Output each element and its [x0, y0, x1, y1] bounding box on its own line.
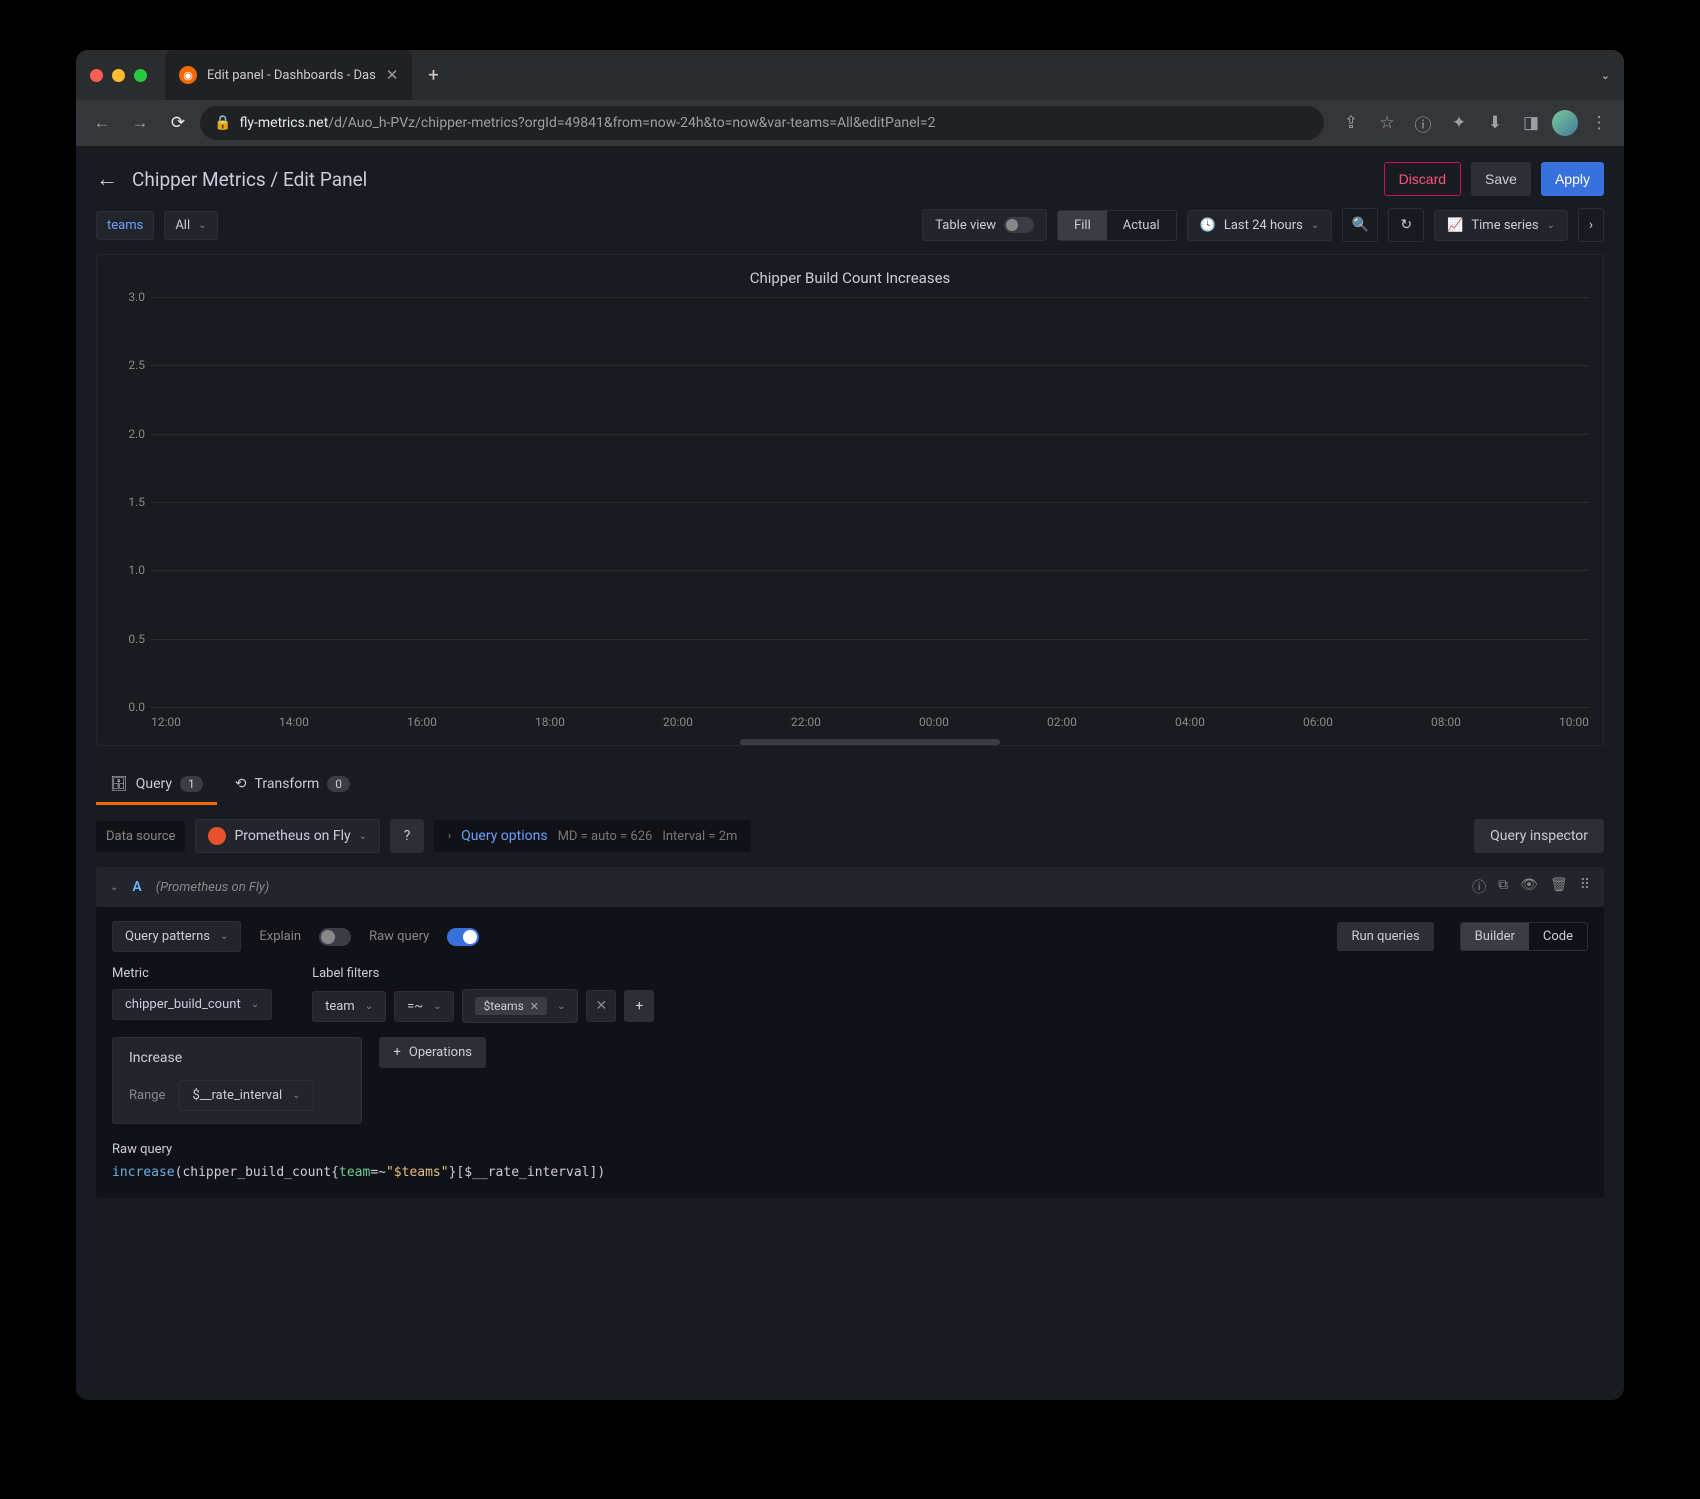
remove-chip-icon[interactable]: ✕ — [530, 1000, 539, 1013]
back-arrow-button[interactable]: ← — [96, 166, 118, 192]
filter-op-select[interactable]: =~⌄ — [394, 991, 454, 1022]
breadcrumb: Chipper Metrics / Edit Panel — [132, 168, 367, 191]
query-help-icon[interactable]: ⓘ — [1472, 877, 1486, 897]
range-select[interactable]: $__rate_interval⌄ — [179, 1080, 313, 1111]
label-filters-label: Label filters — [312, 966, 654, 981]
operation-name: Increase — [129, 1050, 345, 1066]
prometheus-icon — [208, 827, 226, 845]
share-icon[interactable]: ⇪ — [1336, 107, 1366, 139]
new-tab-button[interactable]: + — [428, 65, 438, 86]
query-ref-id: A — [132, 879, 141, 895]
datasource-picker[interactable]: Prometheus on Fly⌄ — [195, 819, 380, 853]
operation-increase[interactable]: Increase Range $__rate_interval⌄ — [112, 1037, 362, 1124]
time-range-picker[interactable]: 🕓Last 24 hours⌄ — [1187, 210, 1333, 241]
query-datasource-hint: (Prometheus on Fly) — [156, 880, 270, 895]
query-patterns-dropdown[interactable]: Query patterns⌄ — [112, 921, 241, 952]
tab-query[interactable]: 🗄 Query 1 — [96, 766, 217, 805]
var-teams-value[interactable]: All⌄ — [164, 211, 217, 240]
raw-query-code: increase(chipper_build_count{team=~"$tea… — [112, 1163, 1588, 1184]
clock-icon: 🕓 — [1200, 218, 1216, 233]
tab-title: Edit panel - Dashboards - Das — [207, 68, 376, 83]
filter-value-select[interactable]: $teams✕ ⌄ — [462, 989, 578, 1023]
info-icon[interactable]: ⓘ — [1408, 107, 1438, 139]
actual-option[interactable]: Actual — [1107, 211, 1176, 240]
menu-icon[interactable]: ⋮ — [1584, 107, 1614, 139]
zoom-out-button[interactable]: 🔍 — [1342, 208, 1378, 242]
downloads-icon[interactable]: ⬇ — [1480, 107, 1510, 139]
panel-icon[interactable]: ◨ — [1516, 107, 1546, 139]
database-icon: 🗄 — [110, 776, 128, 792]
range-label: Range — [129, 1088, 165, 1103]
rawquery-label: Raw query — [369, 929, 429, 944]
add-operation-button[interactable]: +Operations — [379, 1037, 485, 1068]
duplicate-query-icon[interactable]: ⧉ — [1498, 877, 1508, 897]
save-button[interactable]: Save — [1471, 162, 1531, 196]
rawquery-toggle[interactable] — [447, 928, 479, 946]
close-window-icon[interactable] — [90, 69, 103, 82]
maximize-window-icon[interactable] — [134, 69, 147, 82]
panel-title: Chipper Build Count Increases — [111, 269, 1589, 287]
delete-query-icon[interactable]: 🗑 — [1550, 877, 1568, 897]
metric-label: Metric — [112, 966, 272, 981]
query-md-info: MD = auto = 626 — [558, 829, 653, 844]
collapse-options-button[interactable]: › — [1578, 208, 1604, 242]
grafana-favicon-icon: ◉ — [179, 66, 197, 84]
datasource-help-button[interactable]: ? — [390, 819, 424, 853]
query-header[interactable]: ⌄ A (Prometheus on Fly) ⓘ ⧉ 👁 🗑 ⠿ — [96, 867, 1604, 907]
visualization-picker[interactable]: 📈Time series⌄ — [1434, 210, 1568, 241]
remove-filter-button[interactable]: ✕ — [586, 990, 616, 1022]
bookmark-icon[interactable]: ☆ — [1372, 107, 1402, 139]
window-controls — [90, 69, 147, 82]
filter-key-select[interactable]: team⌄ — [312, 991, 386, 1022]
drag-handle-icon[interactable]: ⠿ — [1580, 877, 1590, 897]
refresh-button[interactable]: ↻ — [1388, 208, 1424, 242]
url-input[interactable]: 🔒 fly-metrics.net/d/Auo_h-PVz/chipper-me… — [200, 106, 1324, 140]
query-count-badge: 1 — [180, 776, 203, 792]
url-path: /d/Auo_h-PVz/chipper-metrics?orgId=49841… — [328, 115, 935, 131]
discard-button[interactable]: Discard — [1384, 162, 1461, 196]
browser-tabbar: ◉ Edit panel - Dashboards - Das ✕ + ⌄ — [76, 50, 1624, 100]
collapse-query-icon[interactable]: ⌄ — [110, 882, 118, 893]
toggle-visibility-icon[interactable]: 👁 — [1520, 877, 1538, 897]
chart-scrollbar[interactable] — [740, 739, 1000, 745]
transform-icon: ⟲ — [235, 776, 247, 792]
explain-label: Explain — [259, 929, 301, 944]
query-interval-info: Interval = 2m — [662, 829, 737, 844]
lock-icon: 🔒 — [214, 115, 231, 131]
metric-select[interactable]: chipper_build_count⌄ — [112, 989, 272, 1020]
timeseries-icon: 📈 — [1447, 218, 1463, 233]
nav-forward-button: → — [124, 107, 156, 139]
add-filter-button[interactable]: + — [624, 990, 654, 1022]
url-host: fly-metrics.net — [239, 115, 328, 131]
nav-reload-button[interactable]: ⟳ — [162, 107, 194, 139]
chart-area[interactable]: 0.00.51.01.52.02.53.0 12:0014:0016:0018:… — [111, 297, 1589, 737]
tabs-dropdown-icon[interactable]: ⌄ — [1601, 69, 1610, 82]
browser-toolbar: ← → ⟳ 🔒 fly-metrics.net/d/Auo_h-PVz/chip… — [76, 100, 1624, 146]
explain-toggle[interactable] — [319, 928, 351, 946]
nav-back-button[interactable]: ← — [86, 107, 118, 139]
query-options[interactable]: › Query options MD = auto = 626 Interval… — [434, 820, 751, 852]
chart-panel: Chipper Build Count Increases 0.00.51.01… — [96, 254, 1604, 746]
code-option[interactable]: Code — [1529, 923, 1587, 950]
minimize-window-icon[interactable] — [112, 69, 125, 82]
query-inspector-button[interactable]: Query inspector — [1474, 819, 1604, 853]
tab-transform[interactable]: ⟲ Transform 0 — [221, 766, 364, 805]
raw-query-label: Raw query — [112, 1142, 1588, 1157]
transform-count-badge: 0 — [327, 776, 350, 792]
extensions-icon[interactable]: ✦ — [1444, 107, 1474, 139]
tab-close-icon[interactable]: ✕ — [386, 66, 399, 84]
datasource-label: Data source — [96, 821, 185, 852]
run-queries-button[interactable]: Run queries — [1337, 922, 1433, 951]
fill-option[interactable]: Fill — [1058, 211, 1107, 240]
apply-button[interactable]: Apply — [1541, 162, 1604, 196]
browser-tab[interactable]: ◉ Edit panel - Dashboards - Das ✕ — [165, 50, 412, 100]
builder-option[interactable]: Builder — [1461, 923, 1529, 950]
profile-avatar[interactable] — [1552, 110, 1578, 136]
table-view-toggle[interactable]: Table view — [922, 209, 1047, 241]
builder-code-segment[interactable]: Builder Code — [1460, 922, 1588, 951]
var-teams-label[interactable]: teams — [96, 211, 154, 240]
fill-actual-segment[interactable]: Fill Actual — [1057, 210, 1177, 241]
